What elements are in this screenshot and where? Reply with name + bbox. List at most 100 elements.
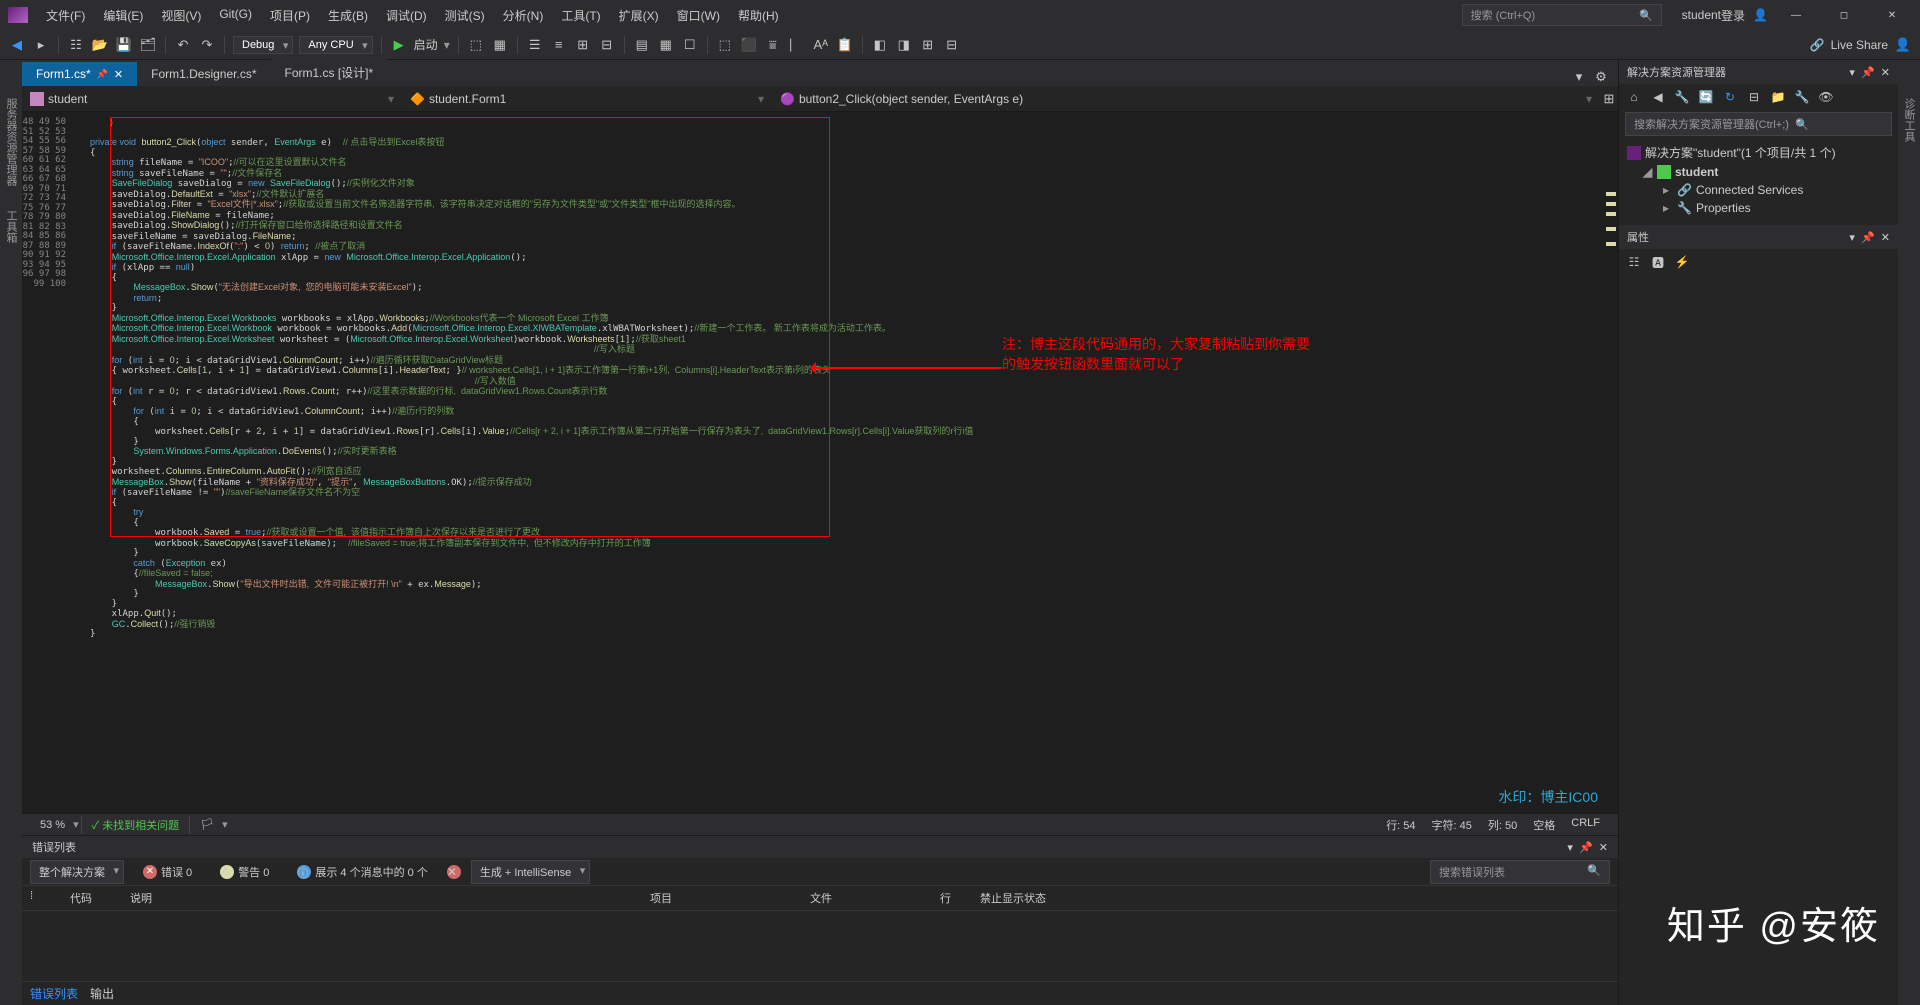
save-all-button[interactable]: 🗂 [139, 36, 157, 54]
refresh-icon[interactable]: ↻ [1721, 88, 1739, 106]
issues-status[interactable]: ✓ 未找到相关问题 [84, 817, 188, 833]
redo-button[interactable]: ↷ [198, 36, 216, 54]
preview-icon[interactable]: 👁 [1817, 88, 1835, 106]
col-line[interactable]: 行 [932, 886, 972, 911]
tab-dropdown-icon[interactable]: ▾ [1570, 68, 1588, 86]
build-combo[interactable]: 生成 + IntelliSense [471, 860, 590, 884]
bc-class[interactable]: 🔶 student.Form1 [402, 92, 772, 106]
overview-ruler[interactable] [1604, 112, 1618, 813]
tab-form1-design[interactable]: Form1.cs [设计]* [271, 59, 388, 86]
tb-btn-12[interactable]: ⩸ [764, 36, 782, 54]
tb-btn-15[interactable]: 📋 [836, 36, 854, 54]
start-button[interactable]: ▶ [390, 36, 408, 54]
gear-icon[interactable]: ⚙ [1592, 68, 1610, 86]
save-button[interactable]: 💾 [115, 36, 133, 54]
col-indicator[interactable]: ⁞ [22, 886, 62, 911]
diagnostics-tab[interactable]: 诊断工具 [1898, 90, 1920, 150]
tb-btn-8[interactable]: ▦ [657, 36, 675, 54]
col-proj[interactable]: 项目 [642, 886, 802, 911]
show-all-icon[interactable]: 📁 [1769, 88, 1787, 106]
scope-combo[interactable]: 整个解决方案 [30, 860, 124, 884]
col-desc[interactable]: 说明 [122, 886, 642, 911]
filter-icon[interactable]: ✕ [447, 865, 461, 879]
start-label[interactable]: 启动 [414, 36, 438, 53]
info-filter[interactable]: ⓘ展示 4 个消息中的 0 个 [288, 860, 436, 884]
flag-icon[interactable]: 🏳 [192, 818, 222, 831]
menu-tools[interactable]: 工具(T) [553, 3, 608, 28]
maximize-button[interactable]: ◻ [1824, 0, 1864, 30]
open-button[interactable]: 📂 [91, 36, 109, 54]
toolbox-tab[interactable]: 工具箱 [0, 202, 22, 251]
split-icon[interactable]: ⊞ [1600, 90, 1618, 108]
tab-form1-cs[interactable]: Form1.cs* 📌 ✕ [22, 62, 137, 86]
warnings-filter[interactable]: ⚠警告 0 [211, 860, 278, 884]
collapse-icon[interactable]: ⊟ [1745, 88, 1763, 106]
code-content[interactable]: } private void button2_Click(object send… [90, 118, 1598, 640]
tb-btn-9[interactable]: ☐ [681, 36, 699, 54]
tb-btn-6[interactable]: ⊟ [598, 36, 616, 54]
platform-combo[interactable]: Any CPU [299, 36, 372, 54]
line-ending[interactable]: CRLF [1563, 817, 1608, 833]
col-file[interactable]: 文件 [802, 886, 932, 911]
admin-icon[interactable]: 👤 [1894, 36, 1912, 54]
menu-git[interactable]: Git(G) [211, 3, 260, 28]
tb-btn-17[interactable]: ◨ [895, 36, 913, 54]
bc-method[interactable]: 🟣 button2_Click(object sender, EventArgs… [772, 92, 1600, 106]
nav-back-icon[interactable]: ◀ [1649, 88, 1667, 106]
col-supp[interactable]: 禁止显示状态 [972, 886, 1618, 911]
alpha-icon[interactable]: 🅰 [1649, 253, 1667, 271]
tool-icon[interactable]: 🔧 [1673, 88, 1691, 106]
tree-properties[interactable]: ▸ 🔧 Properties [1619, 199, 1898, 217]
config-combo[interactable]: Debug [233, 36, 293, 54]
liveshare-button[interactable]: Live Share [1831, 38, 1888, 52]
tb-btn-10[interactable]: ⬚ [716, 36, 734, 54]
events-icon[interactable]: ⚡ [1673, 253, 1691, 271]
tb-btn-13[interactable]: ⎸ [788, 36, 806, 54]
categorize-icon[interactable]: ☷ [1625, 253, 1643, 271]
server-explorer-tab[interactable]: 服务器资源管理器 [0, 90, 22, 194]
pin-icon[interactable]: 📌 [97, 69, 108, 80]
errorlist-tab[interactable]: 错误列表 [30, 985, 78, 1002]
liveshare-icon[interactable]: 🔗 [1810, 38, 1825, 52]
close-icon[interactable]: ✕ [114, 68, 123, 81]
indent-mode[interactable]: 空格 [1525, 817, 1563, 833]
menu-window[interactable]: 窗口(W) [669, 3, 728, 28]
errors-filter[interactable]: ✕错误 0 [134, 860, 201, 884]
col-code[interactable]: 代码 [62, 886, 122, 911]
chevron-right-icon[interactable]: ▸ [1663, 183, 1673, 197]
bc-project[interactable]: student [22, 92, 402, 106]
menu-edit[interactable]: 编辑(E) [95, 3, 151, 28]
dropdown-icon[interactable]: ▾ 📌 ✕ [1567, 841, 1608, 854]
home-icon[interactable]: ⌂ [1625, 88, 1643, 106]
back-button[interactable]: ◀ [8, 36, 26, 54]
tb-btn-19[interactable]: ⊟ [943, 36, 961, 54]
tb-btn-2[interactable]: ▦ [491, 36, 509, 54]
chevron-down-icon[interactable]: ◢ [1643, 165, 1653, 179]
col-pos[interactable]: 列: 50 [1480, 817, 1525, 833]
menu-build[interactable]: 生成(B) [320, 3, 376, 28]
output-tab[interactable]: 输出 [90, 985, 114, 1002]
tb-btn-7[interactable]: ▤ [633, 36, 651, 54]
tb-btn-3[interactable]: ☰ [526, 36, 544, 54]
close-button[interactable]: ✕ [1872, 0, 1912, 30]
sync-icon[interactable]: 🔄 [1697, 88, 1715, 106]
menu-extensions[interactable]: 扩展(X) [611, 3, 667, 28]
errorlist-search[interactable]: 搜索错误列表🔍 [1430, 860, 1610, 884]
char-pos[interactable]: 字符: 45 [1424, 817, 1480, 833]
tb-btn-4[interactable]: ≡ [550, 36, 568, 54]
menu-analyze[interactable]: 分析(N) [495, 3, 552, 28]
chevron-right-icon[interactable]: ▸ [1663, 201, 1673, 215]
tb-btn-1[interactable]: ⬚ [467, 36, 485, 54]
properties-icon[interactable]: 🔧 [1793, 88, 1811, 106]
line-pos[interactable]: 行: 54 [1378, 817, 1423, 833]
tree-project[interactable]: ◢ student [1619, 163, 1898, 181]
new-project-button[interactable]: ☷ [67, 36, 85, 54]
menu-help[interactable]: 帮助(H) [730, 3, 787, 28]
user-icon[interactable]: 👤 [1753, 8, 1768, 22]
minimize-button[interactable]: — [1776, 0, 1816, 30]
tb-btn-11[interactable]: ⬛ [740, 36, 758, 54]
undo-button[interactable]: ↶ [174, 36, 192, 54]
tb-btn-14[interactable]: Aᴬ [812, 36, 830, 54]
quick-search[interactable]: 搜索 (Ctrl+Q)🔍 [1462, 4, 1662, 26]
zoom-level[interactable]: 53 % [32, 819, 73, 831]
